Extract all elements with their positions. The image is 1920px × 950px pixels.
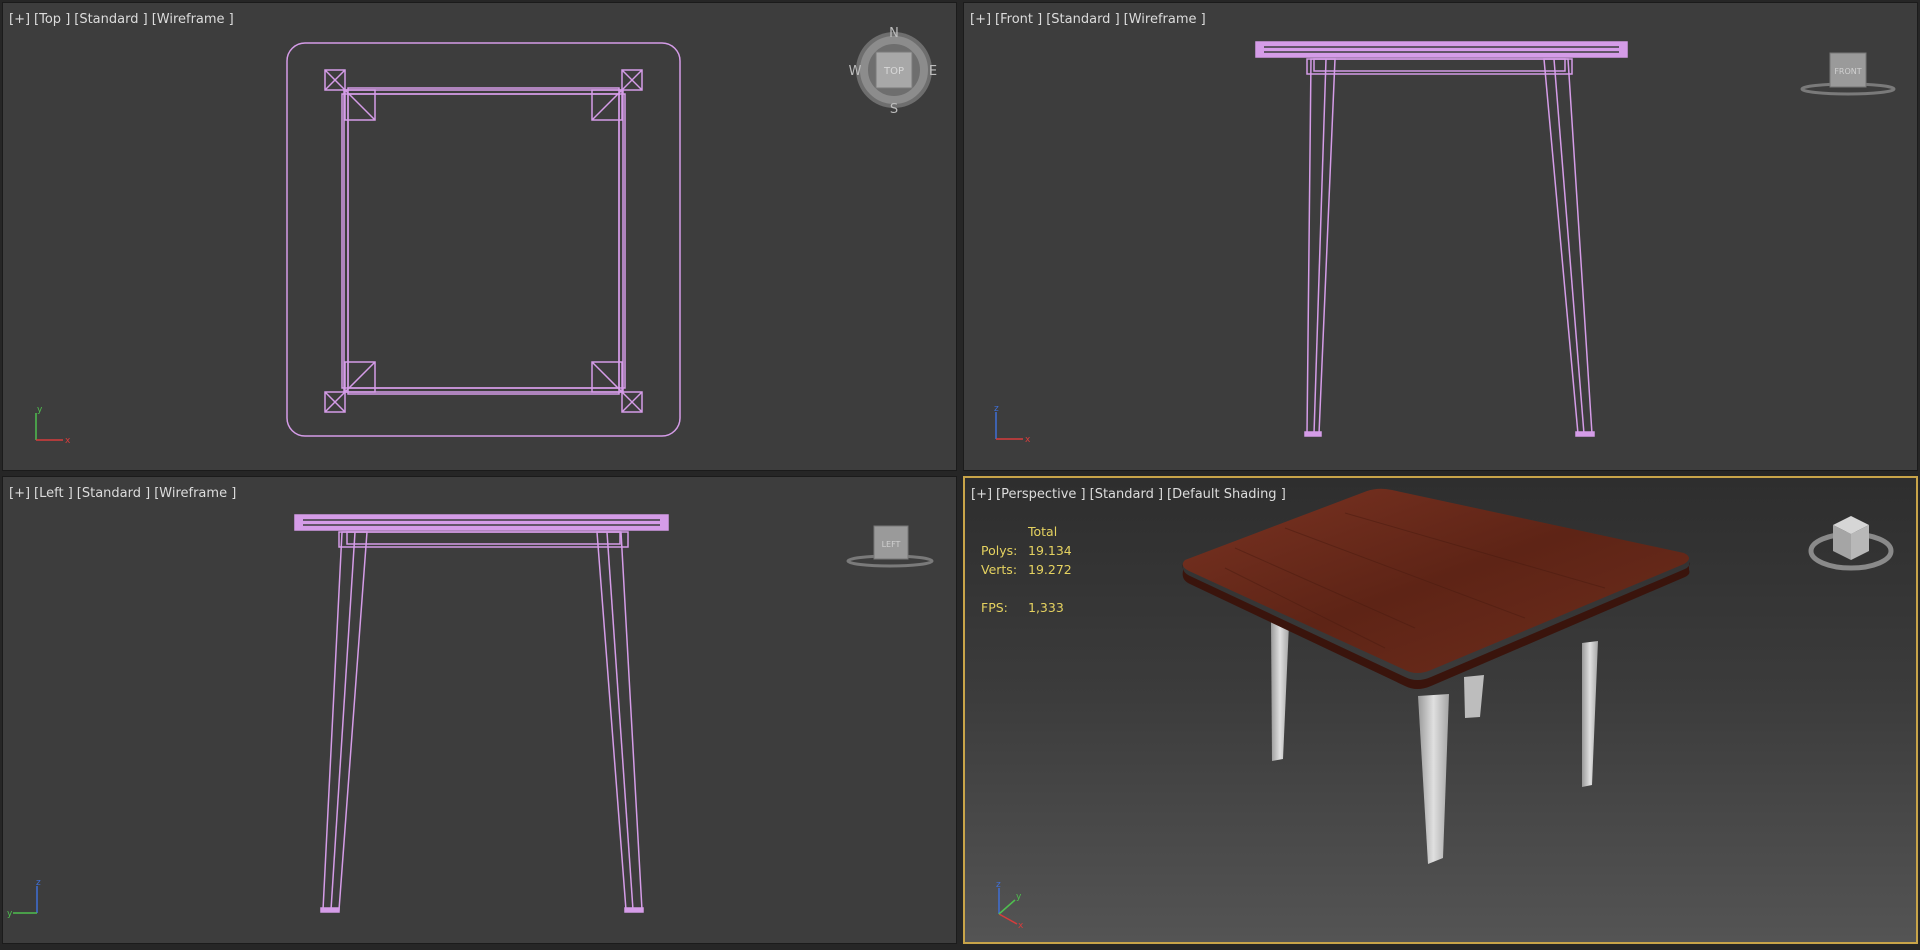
axis-tripod-icon: y x [35,405,71,446]
viewport-perspective[interactable]: [+] [Perspective ] [Standard ] [Default Sha… [963,476,1918,944]
axis-a-label: z [994,404,999,414]
axis-b-label: y [7,909,13,919]
table-leg [1271,622,1289,761]
compass-west-label: W [849,64,862,79]
table-leg [1418,694,1449,864]
perspective-view-canvas: z x y [996,488,1894,931]
top-view-canvas: TOP N S E W y x [35,26,938,446]
axis-tripod-icon: z y [7,878,41,919]
compass-south-label: S [890,102,898,117]
left-view-canvas: LEFT z y [7,514,934,919]
axis-a-label: y [37,405,43,415]
table-wireframe-front [1255,41,1628,437]
table-3d-model [1182,488,1690,864]
axis-b-label: x [1018,921,1024,931]
viewcube-face-label: FRONT [1834,67,1861,76]
viewcube-left-icon[interactable]: LEFT [846,525,934,568]
table-wireframe-left [294,514,669,913]
axis-a-label: z [996,880,1001,890]
viewcube-perspective-icon[interactable] [1808,516,1894,571]
axis-b-label: x [1025,435,1031,445]
axis-c-label: y [1016,892,1022,902]
axis-a-label: z [36,878,41,888]
axis-tripod-icon: z x [994,404,1031,445]
viewcube-top-icon[interactable]: TOP N S E W [849,26,938,117]
front-view-canvas: FRONT z x [994,41,1896,445]
axis-b-label: x [65,436,71,446]
viewcube-front-icon[interactable]: FRONT [1800,52,1896,96]
viewcube-face-label: LEFT [882,540,901,549]
viewcube-face-label: TOP [883,66,904,77]
table-leg [1582,641,1598,787]
table-top [1182,488,1689,673]
viewport-top[interactable]: [+] [Top ] [Standard ] [Wireframe ] TOP N [2,2,957,471]
viewport-left[interactable]: [+] [Left ] [Standard ] [Wireframe ] LEFT z… [2,476,957,944]
table-leg [1464,675,1484,718]
compass-east-label: E [929,64,937,79]
table-wireframe-top [286,42,681,437]
viewport-front[interactable]: [+] [Front ] [Standard ] [Wireframe ] FRONT… [963,2,1918,471]
axis-tripod-icon: z x y [996,880,1024,931]
compass-north-label: N [889,26,899,41]
